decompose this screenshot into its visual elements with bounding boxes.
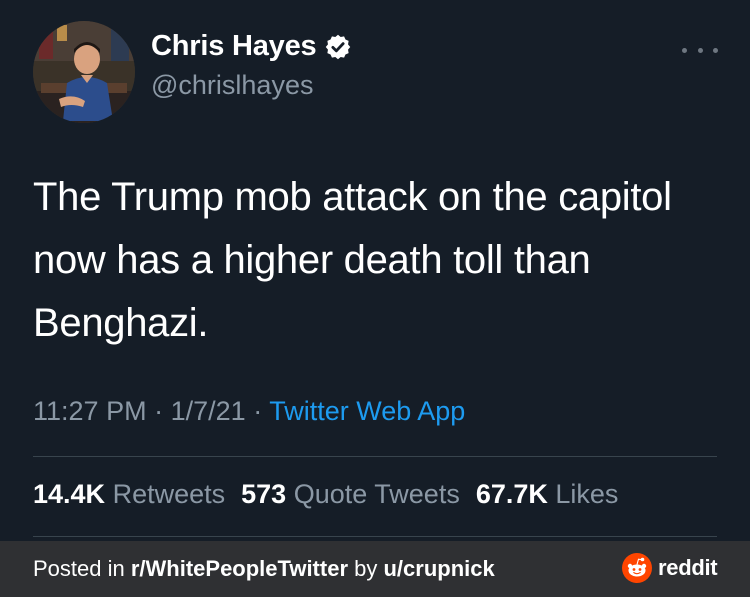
meta-separator: · bbox=[154, 396, 164, 426]
verified-badge-icon bbox=[324, 33, 352, 61]
author-name-row: Chris Hayes bbox=[151, 30, 352, 63]
avatar-image bbox=[33, 21, 135, 123]
more-dot bbox=[713, 47, 718, 53]
reddit-footer: Posted in r/WhitePeopleTwitter by u/crup… bbox=[0, 541, 750, 597]
divider bbox=[33, 536, 717, 537]
reddit-wordmark: reddit bbox=[658, 555, 718, 580]
quote-tweets-label: Quote Tweets bbox=[293, 479, 460, 509]
subreddit-link[interactable]: r/WhitePeopleTwitter bbox=[131, 556, 348, 581]
user-link[interactable]: u/crupnick bbox=[383, 556, 494, 581]
handle[interactable]: @chrislhayes bbox=[151, 70, 313, 101]
tweet-date[interactable]: 1/7/21 bbox=[171, 396, 246, 426]
likes-stat[interactable]: 67.7K Likes bbox=[476, 479, 619, 510]
tweet-source-link[interactable]: Twitter Web App bbox=[269, 396, 465, 426]
tweet-text: The Trump mob attack on the capitol now … bbox=[33, 175, 672, 345]
more-dot bbox=[682, 47, 687, 53]
tweet-stats: 14.4K Retweets 573 Quote Tweets 67.7K Li… bbox=[33, 479, 618, 510]
posted-in-text: Posted in r/WhitePeopleTwitter by u/crup… bbox=[33, 556, 495, 582]
likes-count: 67.7K bbox=[475, 479, 548, 509]
meta-separator: · bbox=[253, 396, 263, 426]
retweets-count: 14.4K bbox=[33, 479, 106, 509]
likes-label: Likes bbox=[555, 479, 619, 509]
avatar[interactable] bbox=[33, 21, 135, 123]
tweet-meta: 11:27 PM · 1/7/21 · Twitter Web App bbox=[33, 396, 465, 427]
quote-tweets-stat[interactable]: 573 Quote Tweets bbox=[241, 479, 460, 510]
more-options-icon[interactable] bbox=[682, 40, 718, 60]
retweets-stat[interactable]: 14.4K Retweets bbox=[33, 479, 225, 510]
tweet-time[interactable]: 11:27 PM bbox=[33, 396, 147, 426]
reddit-alien-icon bbox=[622, 553, 652, 583]
tweet-card: Chris Hayes @chrislhayes The Trump mob a… bbox=[0, 0, 750, 541]
posted-in-prefix: Posted in bbox=[33, 556, 131, 581]
divider bbox=[33, 456, 717, 457]
by-text: by bbox=[348, 556, 384, 581]
retweets-label: Retweets bbox=[112, 479, 226, 509]
display-name[interactable]: Chris Hayes bbox=[151, 30, 317, 63]
more-dot bbox=[697, 47, 703, 53]
reddit-logo: reddit bbox=[622, 553, 718, 583]
quote-tweets-count: 573 bbox=[241, 479, 287, 509]
